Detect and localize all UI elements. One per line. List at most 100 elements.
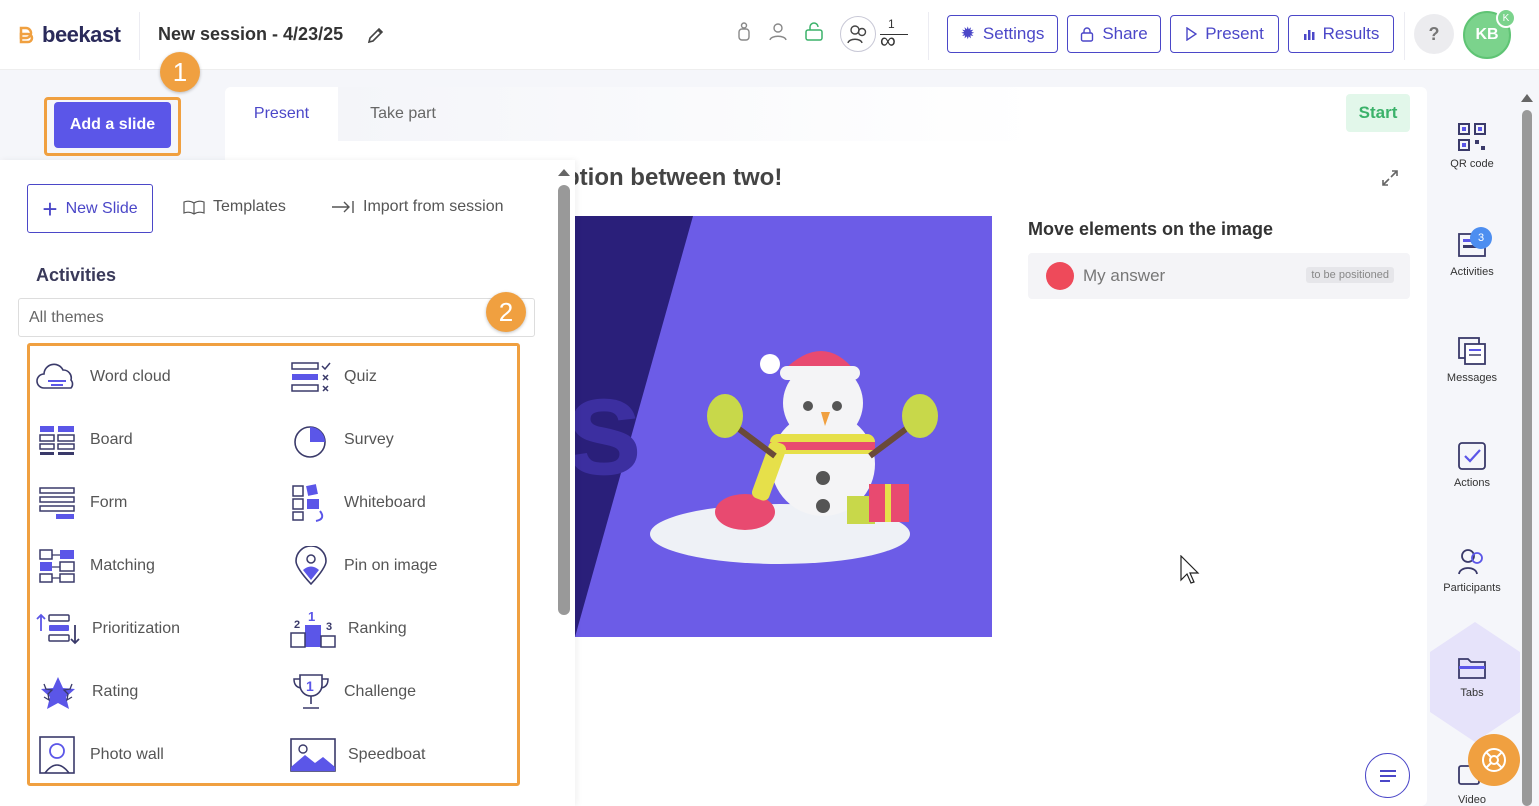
activity-label: Prioritization — [92, 620, 181, 637]
user-icon[interactable] — [768, 22, 788, 42]
activity-speedboat[interactable]: Speedboat — [290, 735, 425, 775]
activity-pin-on-image[interactable]: Pin on image — [290, 546, 437, 586]
settings-label: Settings — [982, 24, 1045, 43]
tab-take-part[interactable]: Take part — [338, 87, 468, 141]
support-button[interactable] — [1468, 734, 1520, 786]
hand-raise-icon[interactable] — [736, 22, 752, 42]
move-elements-title: Move elements on the image — [1028, 219, 1274, 239]
question-title[interactable]: ption between two! — [565, 164, 782, 192]
notes-button[interactable] — [1365, 753, 1410, 798]
sidebar-item-actions[interactable]: Actions — [1430, 441, 1514, 489]
activity-survey[interactable]: Survey — [290, 420, 394, 460]
help-lifebuoy-icon — [1482, 748, 1506, 772]
present-label: Present — [1205, 24, 1264, 43]
folder-icon — [1458, 658, 1486, 679]
sidebar-item-tabs[interactable]: Tabs — [1430, 655, 1514, 699]
activity-whiteboard[interactable]: Whiteboard — [290, 483, 426, 523]
form-icon — [39, 487, 75, 519]
sidebar-scrollbar[interactable] — [1522, 110, 1532, 806]
lock-icon — [1081, 27, 1094, 42]
sidebar-item-label: Messages — [1446, 372, 1498, 384]
activities-heading: Activities — [36, 265, 117, 285]
svg-text:2: 2 — [294, 619, 300, 631]
templates-tab[interactable]: Templates — [183, 198, 286, 216]
logo-text: beekast — [42, 22, 121, 47]
activity-label: Form — [90, 494, 128, 511]
activity-prioritization[interactable]: Prioritization — [36, 609, 180, 649]
prioritization-icon — [36, 613, 80, 645]
photo-wall-icon — [39, 736, 75, 774]
quiz-icon — [291, 362, 331, 392]
activity-quiz[interactable]: Quiz — [290, 357, 377, 397]
settings-button[interactable]: ✹ Settings — [947, 15, 1058, 53]
qr-code-icon — [1458, 123, 1486, 151]
activity-label: Photo wall — [90, 746, 164, 763]
activity-word-cloud[interactable]: Word cloud — [36, 357, 171, 397]
add-slide-button[interactable]: Add a slide — [54, 102, 171, 148]
import-tab[interactable]: Import from session — [331, 198, 503, 216]
svg-text:1: 1 — [308, 609, 315, 624]
participants-limit: ∞ — [880, 28, 896, 53]
board-icon — [39, 426, 75, 455]
divider — [139, 12, 140, 60]
sidebar-item-label: Video — [1458, 794, 1486, 806]
activity-challenge[interactable]: 1 Challenge — [290, 672, 416, 712]
whiteboard-icon — [292, 484, 324, 522]
activity-ranking[interactable]: 12 3 Ranking — [290, 609, 407, 649]
sidebar-scroll-up-icon[interactable] — [1520, 92, 1534, 104]
share-button[interactable]: Share — [1067, 15, 1161, 53]
new-slide-label: New Slide — [65, 199, 138, 217]
expand-icon[interactable] — [1380, 168, 1400, 188]
activity-form[interactable]: Form — [36, 483, 127, 523]
activity-photo-wall[interactable]: Photo wall — [36, 735, 164, 775]
participants-icon — [1458, 549, 1483, 575]
panel-scrollbar-thumb[interactable] — [558, 185, 570, 615]
edit-pencil-icon[interactable] — [366, 25, 386, 45]
activity-label: Word cloud — [90, 368, 171, 385]
participants-counter-icon[interactable] — [840, 16, 876, 52]
beekast-logo-icon — [19, 26, 34, 44]
pin-on-image-icon — [295, 546, 327, 586]
plus-icon: + — [42, 193, 58, 224]
tab-present[interactable]: Present — [225, 87, 338, 141]
activity-board[interactable]: Board — [36, 420, 133, 460]
activities-count-badge: 3 — [1470, 227, 1492, 249]
present-button[interactable]: Present — [1170, 15, 1279, 53]
svg-text:1: 1 — [306, 678, 314, 694]
sidebar-item-qr-code[interactable]: QR code — [1430, 122, 1514, 170]
theme-filter-select[interactable]: All themes — [18, 298, 535, 337]
messages-icon — [1458, 337, 1486, 365]
start-button[interactable]: Start — [1346, 94, 1410, 132]
matching-icon — [39, 549, 75, 583]
templates-label: Templates — [213, 198, 286, 215]
session-title[interactable]: New session - 4/23/25 — [158, 24, 343, 45]
activity-label: Quiz — [344, 368, 377, 385]
divider — [1404, 12, 1405, 60]
activity-label: Matching — [90, 557, 155, 574]
word-cloud-icon — [36, 363, 74, 389]
unlock-icon[interactable] — [804, 22, 824, 42]
new-slide-button[interactable]: + New Slide — [27, 184, 153, 233]
ranking-icon: 12 3 — [290, 609, 336, 648]
divider — [928, 12, 929, 60]
help-button[interactable]: ? — [1414, 14, 1454, 54]
checkbox-icon — [1458, 442, 1486, 470]
sidebar-item-label: Tabs — [1460, 687, 1484, 699]
import-label: Import from session — [363, 198, 504, 215]
play-icon — [1186, 27, 1198, 41]
activity-label: Challenge — [344, 683, 417, 700]
slide-image[interactable]: s — [575, 216, 992, 637]
share-label: Share — [1102, 24, 1148, 43]
activity-label: Board — [90, 431, 133, 448]
answer-marker[interactable] — [1046, 262, 1074, 290]
results-button[interactable]: Results — [1288, 15, 1394, 53]
sidebar-item-messages[interactable]: Messages — [1430, 336, 1514, 384]
answer-item[interactable]: My answer to be positioned — [1028, 253, 1410, 299]
sidebar-item-participants[interactable]: Participants — [1430, 546, 1514, 594]
activity-rating[interactable]: Rating — [36, 672, 138, 712]
sidebar-item-label: QR code — [1450, 158, 1494, 170]
step-marker-1: 1 — [160, 52, 200, 92]
activity-matching[interactable]: Matching — [36, 546, 155, 586]
beekast-logo[interactable]: beekast — [18, 22, 121, 48]
activity-label: Ranking — [348, 620, 407, 637]
